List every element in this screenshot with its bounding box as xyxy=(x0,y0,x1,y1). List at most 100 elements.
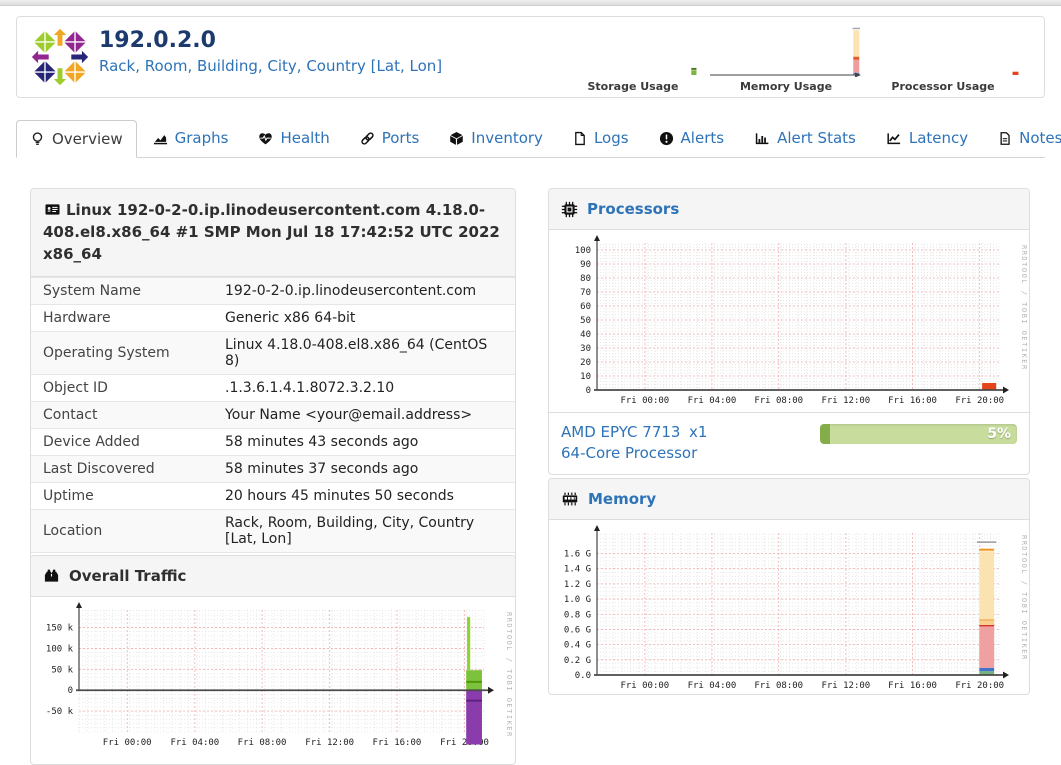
storage-usage-mini-graph[interactable] xyxy=(558,25,708,77)
svg-text:1.6 G: 1.6 G xyxy=(564,550,591,560)
processor-usage-label: Processor Usage xyxy=(891,80,995,93)
tab-alerts[interactable]: Alerts xyxy=(645,119,739,157)
svg-text:0.4 G: 0.4 G xyxy=(564,641,591,651)
tab-ports[interactable]: Ports xyxy=(346,119,434,157)
svg-text:0.2 G: 0.2 G xyxy=(564,656,591,666)
exclamation-circle-icon xyxy=(659,131,673,145)
processors-graph[interactable]: 0 10 20 30 40 50 60 70 80 90 100 Fri 00:00 Fri 04:00… xyxy=(551,235,1029,410)
bar-chart-icon xyxy=(755,132,769,144)
svg-text:1.2 G: 1.2 G xyxy=(564,580,591,590)
cpu-usage-percent: 5% xyxy=(987,426,1011,442)
table-row: Uptime 20 hours 45 minutes 50 seconds xyxy=(31,482,515,510)
svg-text:150 k: 150 k xyxy=(46,624,74,634)
svg-text:Fri 00:00: Fri 00:00 xyxy=(620,681,669,691)
svg-text:Fri 08:00: Fri 08:00 xyxy=(238,738,287,748)
svg-text:20: 20 xyxy=(580,358,591,368)
device-location-link[interactable]: Rack, Room, Building, City, Country [Lat… xyxy=(99,57,442,75)
overall-traffic-graph[interactable]: 0 50 k 100 k 150 k -50 k Fri 00:00 Fri 04:00 Fr… xyxy=(33,602,514,752)
area-chart-icon xyxy=(153,134,167,144)
table-row: Hardware Generic x86 64-bit xyxy=(31,304,515,332)
svg-text:60: 60 xyxy=(580,302,591,312)
memory-usage-mini-graph[interactable] xyxy=(710,25,862,77)
line-chart-icon xyxy=(887,132,900,144)
tab-health[interactable]: Health xyxy=(244,119,343,157)
svg-text:50: 50 xyxy=(580,316,591,326)
svg-text:0.6 G: 0.6 G xyxy=(564,625,591,635)
svg-text:RRDTOOL / TOBI OETIKER: RRDTOOL / TOBI OETIKER xyxy=(505,612,513,738)
svg-text:Fri 12:00: Fri 12:00 xyxy=(305,738,354,748)
tab-graphs[interactable]: Graphs xyxy=(139,119,243,157)
cpu-link[interactable]: AMD EPYC 7713 x1 64-Core Processor xyxy=(561,422,707,464)
device-ip-title: 192.0.2.0 xyxy=(99,28,216,53)
svg-text:1.4 G: 1.4 G xyxy=(564,565,591,575)
svg-text:0.8 G: 0.8 G xyxy=(564,610,591,620)
navbar-bottom-edge xyxy=(0,0,1061,6)
cube-icon xyxy=(450,131,464,145)
memory-title[interactable]: Memory xyxy=(588,490,656,508)
lightbulb-icon xyxy=(32,132,43,145)
memory-panel: Memory 0.0 0.2 G 0.4 G 0.6 G 0.8 G 1.0 G 1.2 G… xyxy=(548,478,1030,695)
svg-text:Fri 12:00: Fri 12:00 xyxy=(821,396,870,406)
cpu-usage-bar: 5% xyxy=(820,424,1017,444)
processor-usage-mini-graph[interactable] xyxy=(864,25,1022,77)
svg-text:70: 70 xyxy=(580,288,591,298)
svg-text:Fri 16:00: Fri 16:00 xyxy=(888,681,937,691)
tab-notes[interactable]: Notes xyxy=(984,119,1061,157)
microchip-icon xyxy=(561,201,578,217)
table-row: System Name 192-0-2-0.ip.linodeuserconten… xyxy=(31,277,515,305)
tab-inventory[interactable]: Inventory xyxy=(435,119,557,157)
svg-text:40: 40 xyxy=(580,330,591,340)
processor-row: AMD EPYC 7713 x1 64-Core Processor 5% xyxy=(549,412,1029,474)
svg-text:100: 100 xyxy=(575,246,591,256)
svg-text:0: 0 xyxy=(586,386,591,396)
heart-pulse-icon xyxy=(259,132,273,144)
svg-text:0.0: 0.0 xyxy=(575,671,591,681)
system-title: Linux 192-0-2-0.ip.linodeusercontent.com… xyxy=(31,189,515,278)
device-tabbar: Overview Graphs Health Ports Inventory L… xyxy=(16,119,1061,158)
centos-logo xyxy=(30,27,90,87)
id-card-icon xyxy=(45,204,60,215)
table-row: Object ID .1.3.6.1.4.1.8072.3.2.10 xyxy=(31,374,515,402)
link-icon xyxy=(361,131,374,145)
svg-text:Fri 16:00: Fri 16:00 xyxy=(888,396,937,406)
system-info-panel: Linux 192-0-2-0.ip.linodeusercontent.com… xyxy=(30,188,516,588)
header-mini-graphs: Storage Usage Memory Usage Processor Usa… xyxy=(558,25,1022,93)
svg-text:RRDTOOL / TOBI OETIKER: RRDTOOL / TOBI OETIKER xyxy=(1020,535,1028,661)
svg-text:10: 10 xyxy=(580,372,591,382)
svg-text:Fri 20:00: Fri 20:00 xyxy=(955,396,1004,406)
table-row: Last Discovered 58 minutes 37 seconds ago xyxy=(31,455,515,483)
svg-text:RRDTOOL / TOBI OETIKER: RRDTOOL / TOBI OETIKER xyxy=(1020,245,1028,371)
processors-panel: Processors 0 10 20 30 40 50 60 70 80 90 100 Fri 00:… xyxy=(548,188,1030,475)
svg-text:0: 0 xyxy=(68,686,73,696)
memory-graph[interactable]: 0.0 0.2 G 0.4 G 0.6 G 0.8 G 1.0 G 1.2 G 1.4 G 1.… xyxy=(551,525,1029,695)
memory-icon xyxy=(562,492,578,506)
table-row: Operating System Linux 4.18.0-408.el8.x86… xyxy=(31,331,515,375)
svg-text:Fri 04:00: Fri 04:00 xyxy=(688,681,737,691)
overall-traffic-title: Overall Traffic xyxy=(69,567,187,585)
svg-text:80: 80 xyxy=(580,274,591,284)
file-lines-icon xyxy=(1000,131,1010,145)
svg-text:Fri 20:00: Fri 20:00 xyxy=(955,681,1004,691)
storage-usage-label: Storage Usage xyxy=(587,80,679,93)
table-row: Device Added 58 minutes 43 seconds ago xyxy=(31,428,515,456)
svg-text:Fri 12:00: Fri 12:00 xyxy=(821,681,870,691)
cpu-usage-fill xyxy=(820,424,830,444)
svg-text:Fri 08:00: Fri 08:00 xyxy=(754,681,803,691)
tab-logs[interactable]: Logs xyxy=(559,119,643,157)
svg-text:50 k: 50 k xyxy=(51,665,73,675)
memory-usage-label: Memory Usage xyxy=(739,80,833,93)
tab-latency[interactable]: Latency xyxy=(872,119,982,157)
table-row: Contact Your Name <your@email.address> xyxy=(31,401,515,429)
binoculars-icon xyxy=(44,569,59,582)
tab-alert-stats[interactable]: Alert Stats xyxy=(740,119,870,157)
tab-overview[interactable]: Overview xyxy=(16,120,137,158)
svg-text:Fri 04:00: Fri 04:00 xyxy=(170,738,219,748)
overall-traffic-panel: Overall Traffic 0 50 k 100 k 150 k -50 k Fri … xyxy=(30,555,516,765)
svg-text:Fri 04:00: Fri 04:00 xyxy=(688,396,737,406)
svg-text:90: 90 xyxy=(580,260,591,270)
processors-title[interactable]: Processors xyxy=(587,200,679,218)
svg-text:Fri 00:00: Fri 00:00 xyxy=(103,738,152,748)
svg-text:Fri 00:00: Fri 00:00 xyxy=(620,396,669,406)
svg-text:100 k: 100 k xyxy=(46,644,74,654)
system-info-table: System Name 192-0-2-0.ip.linodeuserconten… xyxy=(31,277,515,586)
